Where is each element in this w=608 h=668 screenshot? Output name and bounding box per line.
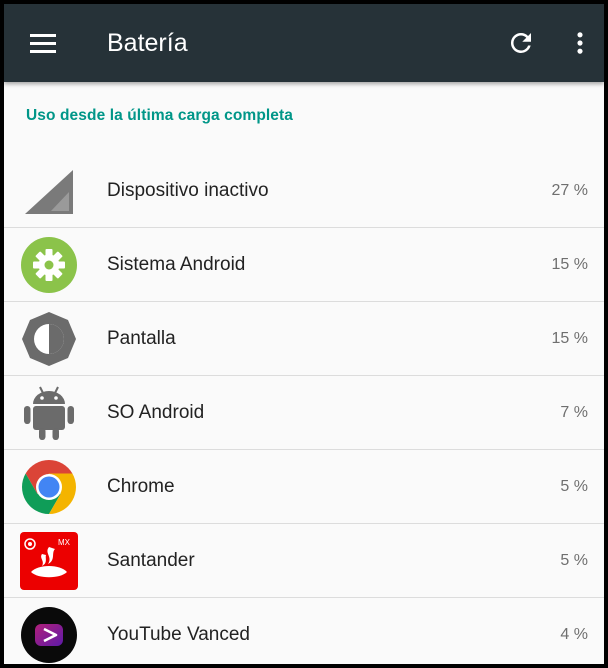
list-item[interactable]: Pantalla 15 %: [4, 302, 604, 376]
section-header: Uso desde la última carga completa: [26, 107, 293, 124]
item-percentage: 5 %: [560, 478, 588, 495]
santander-badge: MX: [58, 538, 71, 547]
signal-strength-icon: [25, 170, 73, 214]
list-item[interactable]: SO Android 7 %: [4, 376, 604, 450]
item-label: Dispositivo inactivo: [107, 180, 269, 201]
item-label: Chrome: [107, 476, 175, 497]
android-robot-icon: [24, 386, 74, 440]
refresh-icon: [510, 32, 531, 53]
item-percentage: 5 %: [560, 552, 588, 569]
item-percentage: 15 %: [551, 256, 588, 273]
more-vert-icon: [577, 32, 583, 54]
refresh-button[interactable]: [506, 28, 536, 58]
brightness-icon: [22, 312, 76, 366]
list-item[interactable]: YouTube Vanced 4 %: [4, 598, 604, 664]
chrome-icon: [22, 460, 76, 514]
item-percentage: 7 %: [560, 404, 588, 421]
menu-icon: [30, 34, 56, 37]
list-item[interactable]: Dispositivo inactivo 27 %: [4, 154, 604, 228]
item-percentage: 27 %: [551, 182, 588, 199]
item-label: SO Android: [107, 402, 205, 423]
item-percentage: 4 %: [560, 626, 588, 643]
list-item[interactable]: MX Santander 5 %: [4, 524, 604, 598]
item-label: YouTube Vanced: [107, 624, 250, 645]
item-label: Pantalla: [107, 328, 176, 349]
battery-screen: Batería Uso desde la última carga comple…: [0, 0, 608, 668]
list-item[interactable]: Sistema Android 15 %: [4, 228, 604, 302]
list-item[interactable]: Chrome 5 %: [4, 450, 604, 524]
app-bar: Batería: [4, 4, 604, 82]
page-title: Batería: [107, 29, 188, 57]
youtube-vanced-icon: [21, 607, 77, 663]
battery-usage-list: Dispositivo inactivo 27 % Sistema Androi…: [4, 154, 604, 664]
android-system-gear-icon: [21, 237, 77, 293]
santander-icon: MX: [20, 532, 78, 590]
item-label: Sistema Android: [107, 254, 246, 275]
menu-button[interactable]: [24, 26, 64, 60]
item-label: Santander: [107, 550, 195, 571]
item-percentage: 15 %: [551, 330, 588, 347]
more-options-button[interactable]: [566, 28, 594, 58]
